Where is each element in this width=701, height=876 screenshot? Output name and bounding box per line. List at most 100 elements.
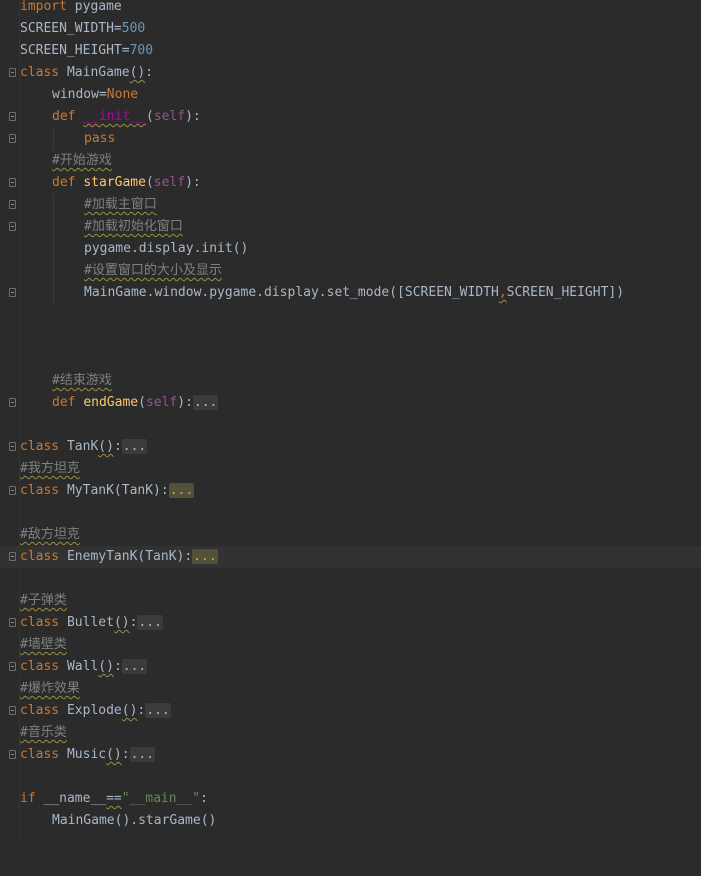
string-literal: "__main__" <box>121 791 201 806</box>
keyword: class <box>20 747 60 762</box>
fold-toggle-icon[interactable] <box>9 662 16 671</box>
fold-toggle-icon[interactable] <box>9 706 16 715</box>
code-line[interactable]: class Explode():... <box>0 700 701 722</box>
keyword: import <box>20 0 67 14</box>
comment: #结束游戏 <box>52 373 112 388</box>
code-line[interactable]: import pygame <box>0 0 701 18</box>
collapsed-region[interactable]: ... <box>192 395 219 410</box>
comment: #子弹类 <box>20 593 67 608</box>
comment: #我方坦克 <box>20 461 80 476</box>
code-line[interactable]: SCREEN_WIDTH=500 <box>0 18 701 40</box>
code-line[interactable]: pass <box>0 128 701 150</box>
keyword: class <box>20 549 60 564</box>
fold-end-icon[interactable] <box>9 134 16 143</box>
function-name: __init__ <box>83 109 146 124</box>
fold-toggle-icon[interactable] <box>9 200 16 209</box>
code-text: () <box>121 703 138 718</box>
self-param: self <box>153 175 186 190</box>
code-text: MainGame.window.pygame.display.set_mode(… <box>84 285 499 300</box>
code-line[interactable]: #敌方坦克 <box>0 524 701 546</box>
code-line[interactable]: if __name__=="__main__": <box>0 788 701 810</box>
code-text: ( <box>145 175 154 190</box>
keyword: class <box>20 439 60 454</box>
comment: #加载主窗口 <box>84 197 157 212</box>
code-line[interactable]: #加载主窗口 <box>0 194 701 216</box>
code-line[interactable]: class Wall():... <box>0 656 701 678</box>
comment: #爆炸效果 <box>20 681 80 696</box>
keyword: class <box>20 659 60 674</box>
fold-toggle-icon[interactable] <box>9 750 16 759</box>
fold-toggle-icon[interactable] <box>9 442 16 451</box>
code-text: pygame.display.init() <box>84 241 249 256</box>
code-editor[interactable]: import pygame SCREEN_WIDTH=500 SCREEN_HE… <box>0 0 701 844</box>
class-name: Music <box>59 747 107 762</box>
operator: == <box>106 791 122 806</box>
collapsed-region[interactable]: ... <box>129 747 156 762</box>
fold-end-icon[interactable] <box>9 222 16 231</box>
code-line[interactable]: class TanK():... <box>0 436 701 458</box>
variable-name: window <box>52 87 99 102</box>
keyword: if <box>20 791 36 806</box>
collapsed-region[interactable]: ... <box>137 615 163 630</box>
code-line[interactable]: #结束游戏 <box>0 370 701 392</box>
code-line[interactable]: #设置窗口的大小及显示 <box>0 260 701 282</box>
code-text: : <box>113 439 122 454</box>
keyword: class <box>20 483 60 498</box>
keyword: def <box>52 175 76 190</box>
code-text: , <box>498 285 507 300</box>
operator: = <box>98 87 107 102</box>
keyword: class <box>20 615 60 630</box>
class-name: EnemyTanK(TanK): <box>59 549 193 564</box>
code-line[interactable]: #我方坦克 <box>0 458 701 480</box>
code-text: ): <box>185 175 201 190</box>
variable-name: SCREEN_HEIGHT <box>20 43 122 58</box>
fold-toggle-icon[interactable] <box>9 68 16 77</box>
code-text: : <box>121 747 130 762</box>
code-text: ): <box>177 395 193 410</box>
code-line[interactable]: #音乐类 <box>0 722 701 744</box>
collapsed-region[interactable]: ... <box>168 483 195 498</box>
code-line[interactable]: MainGame().starGame() <box>0 810 701 832</box>
function-name: starGame <box>83 175 146 190</box>
function-name: endGame <box>83 395 139 410</box>
operator: = <box>121 43 130 58</box>
code-line[interactable]: #加载初始化窗口 <box>0 216 701 238</box>
code-text: () <box>98 659 114 674</box>
fold-toggle-icon[interactable] <box>9 618 16 627</box>
code-line[interactable]: #子弹类 <box>0 590 701 612</box>
comment: #敌方坦克 <box>20 527 80 542</box>
fold-toggle-icon[interactable] <box>9 552 16 561</box>
code-line[interactable]: class MyTanK(TanK):... <box>0 480 701 502</box>
code-line[interactable]: #墙壁类 <box>0 634 701 656</box>
number-literal: 700 <box>129 43 154 58</box>
collapsed-region[interactable]: ... <box>145 703 171 718</box>
code-line[interactable]: SCREEN_HEIGHT=700 <box>0 40 701 62</box>
code-line[interactable]: window=None <box>0 84 701 106</box>
number-literal: 500 <box>121 21 146 36</box>
collapsed-region[interactable]: ... <box>121 659 148 674</box>
class-name: MyTanK(TanK): <box>59 483 169 498</box>
fold-toggle-icon[interactable] <box>9 398 16 407</box>
keyword: class <box>20 65 60 80</box>
collapsed-region[interactable]: ... <box>192 549 218 564</box>
code-line[interactable]: def starGame(self): <box>0 172 701 194</box>
fold-toggle-icon[interactable] <box>9 486 16 495</box>
code-line[interactable]: #爆炸效果 <box>0 678 701 700</box>
comment: #加载初始化窗口 <box>84 219 183 234</box>
fold-end-icon[interactable] <box>9 288 16 297</box>
code-line[interactable]: def __init__(self): <box>0 106 701 128</box>
code-line[interactable]: pygame.display.init() <box>0 238 701 260</box>
fold-toggle-icon[interactable] <box>9 112 16 121</box>
code-line[interactable]: def endGame(self):... <box>0 392 701 414</box>
code-text: () <box>113 615 130 630</box>
code-line[interactable]: class MainGame(): <box>0 62 701 84</box>
code-line[interactable]: MainGame.window.pygame.display.set_mode(… <box>0 282 701 304</box>
code-line[interactable]: class Bullet():... <box>0 612 701 634</box>
code-line-current[interactable]: class EnemyTanK(TanK):... <box>0 546 701 568</box>
code-line[interactable]: #开始游戏 <box>0 150 701 172</box>
fold-toggle-icon[interactable] <box>9 178 16 187</box>
self-param: self <box>153 109 186 124</box>
code-line[interactable]: class Music():... <box>0 744 701 766</box>
collapsed-region[interactable]: ... <box>121 439 148 454</box>
comment: #开始游戏 <box>52 153 112 168</box>
